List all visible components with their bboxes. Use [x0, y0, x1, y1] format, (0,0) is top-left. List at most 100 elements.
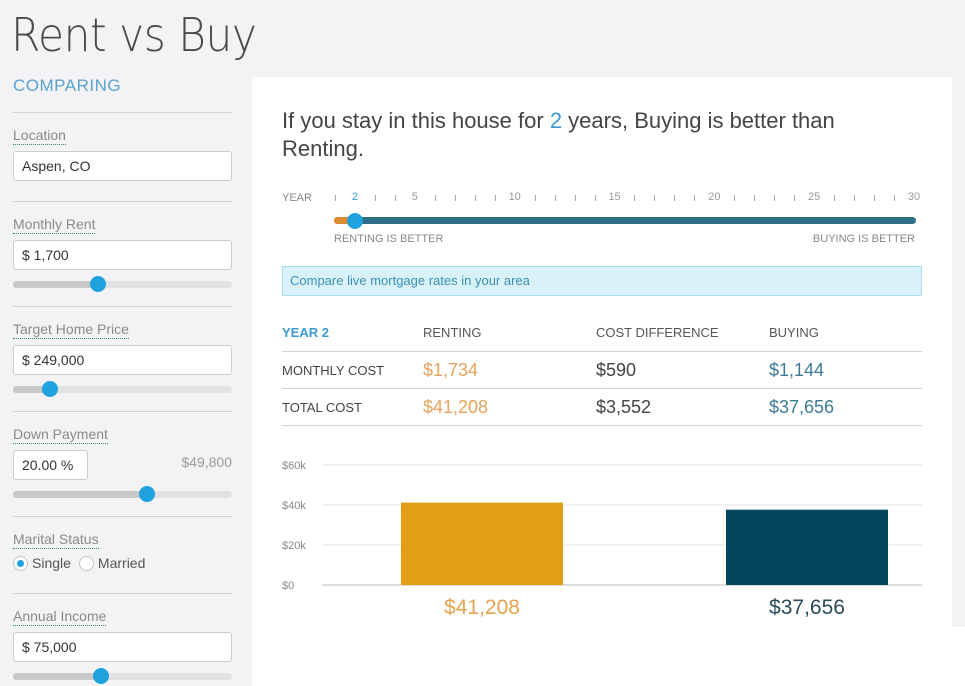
home-price-field: Target Home Price $ 249,000 — [13, 321, 232, 397]
year-tick-label: 5 — [411, 191, 418, 203]
year-slider-thumb[interactable] — [346, 213, 363, 229]
results-panel: If you stay in this house for 2 years, B… — [252, 77, 952, 627]
monthly-rent-field: Monthly Rent $ 1,700 — [13, 216, 232, 292]
year-slider-track — [334, 217, 916, 224]
monthly-rent-slider[interactable] — [13, 276, 232, 292]
year-tick — [754, 195, 756, 201]
radio-married-label[interactable]: Married — [98, 555, 145, 571]
slider-fill — [13, 281, 99, 288]
headline-pre: If you stay in this house for — [282, 108, 550, 133]
home-price-input[interactable]: $ 249,000 — [13, 345, 232, 375]
comparing-heading: COMPARING — [13, 76, 122, 95]
main-panel-bottom — [252, 627, 965, 686]
table-row: TOTAL COST $41,208 $3,552 $37,656 — [282, 389, 922, 426]
marital-status-field: Marital Status Single Married — [13, 531, 232, 571]
bar-value-label: $41,208 — [444, 596, 520, 619]
monthly-rent-label[interactable]: Monthly Rent — [13, 216, 96, 234]
year-tick — [654, 195, 656, 201]
year-tick — [335, 195, 336, 201]
year-tick — [874, 195, 876, 201]
location-label[interactable]: Location — [13, 127, 66, 145]
divider — [13, 516, 232, 517]
monthly-rent-input[interactable]: $ 1,700 — [13, 240, 232, 270]
year-tick — [394, 195, 396, 201]
headline: If you stay in this house for 2 years, B… — [282, 107, 922, 163]
compare-rates-link[interactable]: Compare live mortgage rates in your area — [282, 266, 922, 296]
year-tick — [454, 195, 456, 201]
marital-status-radios: Single Married — [13, 555, 232, 571]
annual-income-slider[interactable] — [13, 668, 232, 684]
divider — [13, 306, 232, 307]
divider — [13, 593, 232, 594]
down-payment-field: Down Payment 20.00 % $49,800 — [13, 426, 232, 502]
header-renting: RENTING — [423, 325, 482, 340]
down-payment-slider[interactable] — [13, 486, 232, 502]
row-label: MONTHLY COST — [282, 363, 385, 378]
buying-better-caption: BUYING IS BETTER — [812, 233, 915, 245]
radio-married[interactable] — [78, 555, 94, 571]
slider-thumb[interactable] — [138, 486, 155, 502]
annual-income-label[interactable]: Annual Income — [13, 608, 107, 626]
slider-thumb[interactable] — [42, 381, 59, 397]
bar-value-label: $37,656 — [769, 596, 845, 619]
slider-thumb[interactable] — [90, 276, 107, 292]
cost-table-header: YEAR 2 RENTING COST DIFFERENCE BUYING — [282, 317, 922, 352]
row-label: TOTAL COST — [282, 400, 362, 415]
divider — [13, 411, 232, 412]
year-tick — [674, 195, 676, 201]
year-tick — [574, 195, 576, 201]
year-tick — [834, 195, 836, 201]
year-tick — [894, 195, 896, 201]
location-field: Location Aspen, CO — [13, 127, 232, 181]
buying-value: $1,144 — [769, 360, 825, 380]
home-price-slider[interactable] — [13, 381, 232, 397]
slider-thumb[interactable] — [92, 668, 109, 684]
year-tick — [694, 195, 696, 201]
divider — [13, 112, 232, 113]
year-tick — [494, 195, 496, 201]
radio-single-label[interactable]: Single — [32, 555, 71, 571]
page-title: Rent vs Buy — [11, 8, 257, 62]
location-input[interactable]: Aspen, CO — [13, 151, 232, 181]
cost-table: YEAR 2 RENTING COST DIFFERENCE BUYING MO… — [282, 317, 922, 426]
header-buying: BUYING — [769, 325, 819, 340]
header-cost-difference: COST DIFFERENCE — [596, 325, 719, 340]
year-tick — [634, 195, 636, 201]
year-tick-label: 20 — [708, 191, 721, 203]
bar-buying — [726, 509, 888, 585]
annual-income-input[interactable]: $ 75,000 — [13, 632, 232, 662]
bar-renting — [401, 502, 563, 585]
year-tick — [374, 195, 376, 201]
year-tick — [854, 195, 856, 201]
radio-single[interactable] — [13, 555, 28, 571]
year-tick-label: 25 — [808, 191, 821, 203]
table-row: MONTHLY COST $1,734 $590 $1,144 — [282, 352, 922, 389]
year-tick-label: 30 — [907, 191, 921, 203]
year-tick — [794, 195, 796, 201]
year-tick — [594, 195, 596, 201]
year-tick-label: 15 — [608, 191, 621, 203]
cost-bar-chart: $0 $20k $40k $60k $41,208 $37,656 — [282, 457, 922, 627]
down-payment-label[interactable]: Down Payment — [13, 426, 108, 444]
difference-value: $590 — [596, 360, 637, 380]
year-tick — [774, 195, 776, 201]
home-price-label[interactable]: Target Home Price — [13, 321, 129, 339]
y-tick-label: $60k — [282, 460, 306, 472]
year-tick-label: 2 — [351, 191, 359, 203]
annual-income-field: Annual Income $ 75,000 — [13, 608, 232, 684]
down-payment-amount: $49,800 — [181, 454, 232, 470]
year-tick — [434, 195, 436, 201]
renting-value: $1,734 — [423, 360, 479, 380]
headline-years: 2 — [549, 108, 563, 133]
divider — [13, 201, 232, 202]
year-tick — [734, 195, 736, 201]
year-tick — [554, 195, 556, 201]
renting-better-caption: RENTING IS BETTER — [334, 233, 444, 245]
year-tick — [534, 195, 536, 201]
down-payment-percent-input[interactable]: 20.00 % — [13, 450, 88, 480]
year-scale: YEAR 2 5 10 15 20 25 30 — [282, 191, 922, 207]
marital-status-label[interactable]: Marital Status — [13, 531, 99, 549]
year-slider[interactable] — [334, 213, 916, 229]
slider-fill — [13, 491, 147, 498]
y-tick-label: $20k — [282, 540, 306, 552]
